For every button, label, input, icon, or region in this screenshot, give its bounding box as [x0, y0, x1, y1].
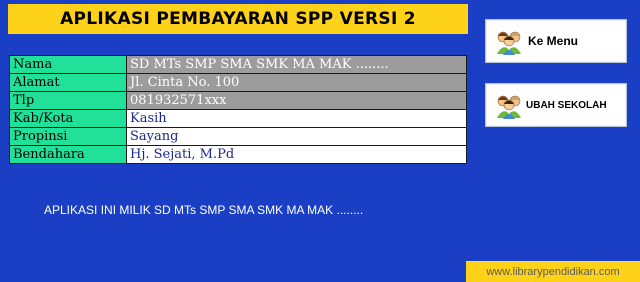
info-value[interactable]: SD MTs SMP SMA SMK MA MAK ........: [126, 55, 467, 74]
info-value[interactable]: Jl. Cinta No. 100: [126, 73, 467, 92]
change-school-button-label: UBAH SEKOLAH: [526, 99, 607, 111]
info-label: Nama: [9, 55, 127, 74]
info-value[interactable]: Kasih: [126, 109, 467, 128]
people-group-icon: [497, 95, 521, 119]
info-row: Kab/Kota Kasih: [9, 109, 467, 128]
change-school-button[interactable]: UBAH SEKOLAH: [485, 83, 627, 127]
info-value[interactable]: Hj. Sejati, M.Pd: [126, 145, 467, 164]
info-label: Propinsi: [9, 127, 127, 146]
info-value[interactable]: 081932571xxx: [126, 91, 467, 110]
info-label: Bendahara: [9, 145, 127, 164]
info-row: Tlp 081932571xxx: [9, 91, 467, 110]
people-group-icon: [497, 31, 521, 55]
info-label: Tlp: [9, 91, 127, 110]
owner-text: APLIKASI INI MILIK SD MTs SMP SMA SMK MA…: [44, 203, 364, 217]
menu-button-label: Ke Menu: [528, 34, 579, 48]
info-label: Alamat: [9, 73, 127, 92]
info-row: Nama SD MTs SMP SMA SMK MA MAK ........: [9, 55, 467, 74]
menu-button[interactable]: Ke Menu: [485, 19, 627, 63]
info-value[interactable]: Sayang: [126, 127, 467, 146]
info-row: Alamat Jl. Cinta No. 100: [9, 73, 467, 92]
app-title: APLIKASI PEMBAYARAN SPP VERSI 2: [8, 4, 468, 34]
info-label: Kab/Kota: [9, 109, 127, 128]
school-info-table: Nama SD MTs SMP SMA SMK MA MAK ........ Al…: [9, 55, 467, 164]
website-link[interactable]: www.librarypendidikan.com: [466, 261, 640, 282]
info-row: Bendahara Hj. Sejati, M.Pd: [9, 145, 467, 164]
info-row: Propinsi Sayang: [9, 127, 467, 146]
